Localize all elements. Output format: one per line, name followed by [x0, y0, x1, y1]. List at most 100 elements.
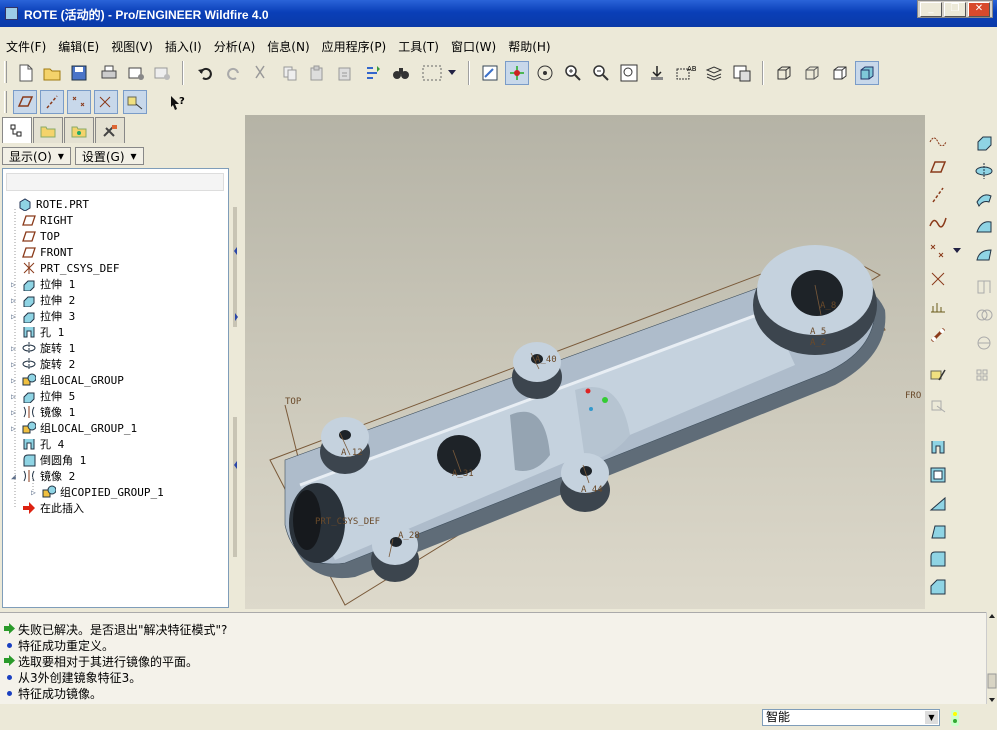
tree-filter-field[interactable] [6, 173, 224, 191]
no-hidden-icon[interactable] [828, 61, 852, 85]
cut-icon[interactable] [248, 61, 272, 85]
datum-label-top[interactable]: TOP [285, 397, 301, 407]
find-icon[interactable] [389, 61, 413, 85]
csys-toggle-icon[interactable] [94, 90, 118, 114]
toolbar-grip[interactable] [4, 91, 7, 113]
layers-icon[interactable] [702, 61, 726, 85]
zoom-out-icon[interactable] [589, 61, 613, 85]
merge-tool-icon[interactable] [973, 304, 995, 326]
paste-special-icon[interactable] [333, 61, 357, 85]
favorites-tab[interactable] [64, 117, 94, 143]
axis-label-a12[interactable]: A_12 [341, 448, 363, 458]
hole-tool-icon[interactable] [927, 436, 949, 458]
analysis-feature-icon[interactable] [927, 296, 949, 318]
rib-tool-icon[interactable] [927, 492, 949, 514]
send-mail-icon[interactable] [124, 61, 148, 85]
datum-points-toggle-icon[interactable] [67, 90, 91, 114]
style-tool-icon[interactable] [973, 244, 995, 266]
tree-item[interactable]: ▷ 镜像 1 [11, 404, 75, 420]
chamfer-tool-icon[interactable] [927, 576, 949, 598]
zoom-in-icon[interactable] [561, 61, 585, 85]
save-icon[interactable] [67, 61, 91, 85]
revolve-tool-icon[interactable] [973, 160, 995, 182]
context-help-icon[interactable]: ? [166, 90, 190, 114]
shell-tool-icon[interactable] [927, 464, 949, 486]
connections-tab[interactable] [95, 117, 125, 143]
tree-item[interactable]: 孔 1 [11, 324, 64, 340]
boundary-blend-icon[interactable] [973, 216, 995, 238]
regenerate-icon[interactable] [361, 61, 385, 85]
reorient-icon[interactable] [645, 61, 669, 85]
menu-help[interactable]: 帮助(H) [502, 35, 556, 57]
axis-label-a28[interactable]: A_28 [398, 531, 420, 541]
datum-plane-tool-icon[interactable] [927, 156, 949, 178]
tree-item[interactable]: ▷ 组LOCAL_GROUP [11, 372, 124, 388]
copy-icon[interactable] [278, 61, 302, 85]
menu-insert[interactable]: 插入(I) [159, 35, 208, 57]
chevron-down-icon[interactable] [446, 61, 458, 85]
round-tool-icon[interactable] [927, 548, 949, 570]
tree-item[interactable]: ROTE.PRT [7, 196, 89, 212]
chain-tool-icon[interactable] [927, 324, 949, 346]
settings-menu-button[interactable]: 设置(G) ▾ [74, 147, 144, 165]
expand-toggle-icon[interactable]: ▷ [11, 408, 21, 417]
new-file-icon[interactable] [14, 61, 38, 85]
tree-item[interactable]: ▷ 拉伸 5 [11, 388, 75, 404]
expand-toggle-icon[interactable]: ▷ [11, 424, 21, 433]
undo-icon[interactable] [194, 61, 218, 85]
sketch-datum-icon[interactable] [927, 128, 949, 150]
trim-tool-icon[interactable] [973, 332, 995, 354]
orient-mode-icon[interactable] [533, 61, 557, 85]
tree-item[interactable]: ▷ 组LOCAL_GROUP_1 [11, 420, 137, 436]
datum-label-front[interactable]: FRO [905, 391, 921, 401]
menu-window[interactable]: 窗口(W) [445, 35, 502, 57]
close-button[interactable]: ✕ [968, 2, 990, 17]
wireframe-icon[interactable] [772, 61, 796, 85]
expand-toggle-icon[interactable]: ▷ [11, 280, 21, 289]
panel-splitter[interactable] [232, 117, 240, 612]
tree-item[interactable]: 孔 4 [11, 436, 64, 452]
menu-info[interactable]: 信息(N) [261, 35, 315, 57]
print-icon[interactable] [97, 61, 121, 85]
minimize-button[interactable]: _ [920, 2, 942, 17]
view-manager-icon[interactable] [730, 61, 754, 85]
expand-toggle-icon[interactable]: ◢ [11, 472, 21, 481]
menu-edit[interactable]: 编辑(E) [52, 35, 105, 57]
axis-label-a40[interactable]: A_40 [535, 355, 557, 365]
annotation-toggle-icon[interactable] [123, 90, 147, 114]
message-scrollbar[interactable] [986, 612, 997, 704]
restore-button[interactable]: ❐ [944, 2, 966, 17]
repaint-icon[interactable] [478, 61, 502, 85]
expand-toggle-icon[interactable]: ▷ [31, 488, 41, 497]
expand-toggle-icon[interactable]: ▷ [11, 360, 21, 369]
copy-tool-icon[interactable] [973, 276, 995, 298]
shading-icon[interactable] [855, 61, 879, 85]
send-link-icon[interactable] [150, 61, 174, 85]
tree-item[interactable]: 在此插入 [11, 500, 84, 516]
expand-toggle-icon[interactable]: ▷ [11, 296, 21, 305]
tree-item[interactable]: ▷ 拉伸 2 [11, 292, 75, 308]
axis-label-a2[interactable]: A_2 [810, 338, 826, 348]
tree-item[interactable]: 倒圆角 1 [11, 452, 86, 468]
datum-curve-tool-icon[interactable] [927, 212, 949, 234]
axis-label-a31[interactable]: A_31 [452, 469, 474, 479]
chevron-down-icon[interactable] [951, 240, 963, 262]
paste-icon[interactable] [305, 61, 329, 85]
saved-views-icon[interactable]: AB [672, 61, 700, 85]
expand-toggle-icon[interactable]: ▷ [11, 376, 21, 385]
inactive-tool-icon[interactable] [927, 394, 949, 416]
tree-item[interactable]: ▷ 旋转 1 [11, 340, 75, 356]
selection-box-icon[interactable] [417, 61, 447, 85]
tree-item[interactable]: ▷ 拉伸 3 [11, 308, 75, 324]
axis-label-a5[interactable]: A_5 [810, 327, 826, 337]
datum-axes-toggle-icon[interactable] [40, 90, 64, 114]
expand-toggle-icon[interactable]: ▷ [11, 392, 21, 401]
expand-toggle-icon[interactable]: ▷ [11, 344, 21, 353]
menu-file[interactable]: 文件(F) [0, 35, 52, 57]
csys-tool-icon[interactable] [927, 268, 949, 290]
datum-axis-tool-icon[interactable] [927, 184, 949, 206]
tree-item[interactable]: ▷ 组COPIED_GROUP_1 [31, 484, 164, 500]
tree-item[interactable]: PRT_CSYS_DEF [11, 260, 119, 276]
datum-point-tool-icon[interactable] [927, 240, 949, 262]
datum-label-csys[interactable]: PRT_CSYS_DEF [315, 517, 380, 527]
